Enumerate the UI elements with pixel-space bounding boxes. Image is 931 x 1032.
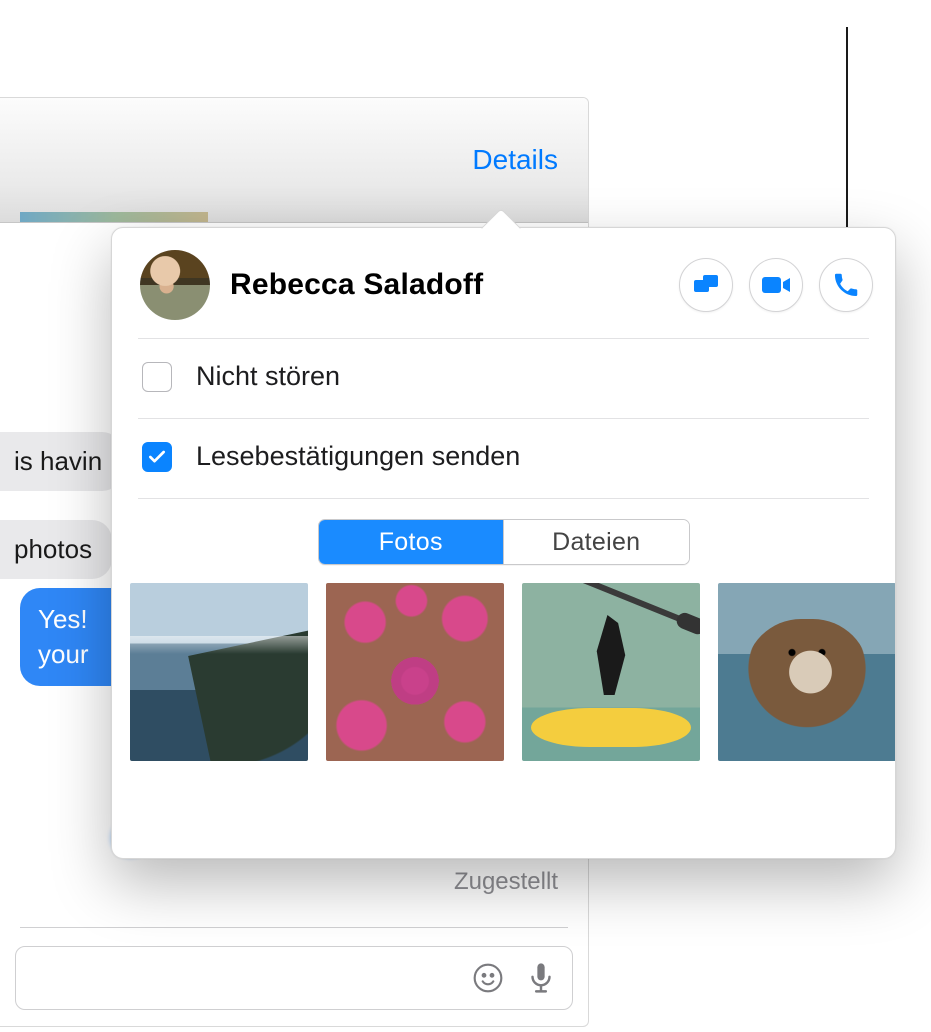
segment-files[interactable]: Dateien (503, 520, 689, 564)
segmented-control[interactable]: Fotos Dateien (318, 519, 690, 565)
avatar (140, 250, 210, 320)
delivered-label: Zugestellt (454, 868, 558, 896)
read-receipts-label: Lesebestätigungen senden (196, 441, 520, 472)
photo-grid (112, 583, 895, 761)
screen-share-button[interactable] (679, 258, 733, 312)
microphone-icon[interactable] (526, 961, 556, 995)
read-receipts-checkbox[interactable] (142, 442, 172, 472)
message-bubble-incoming: is havin (0, 432, 122, 491)
message-bubble-incoming: photos (0, 520, 112, 579)
message-input[interactable] (15, 946, 573, 1010)
photo-thumbnail[interactable] (718, 583, 895, 761)
details-link[interactable]: Details (472, 144, 558, 176)
callout-line (846, 27, 848, 252)
photo-thumbnail[interactable] (326, 583, 504, 761)
divider (138, 498, 869, 499)
dnd-checkbox[interactable] (142, 362, 172, 392)
read-receipts-row[interactable]: Lesebestätigungen senden (112, 419, 895, 490)
segment-photos[interactable]: Fotos (319, 520, 504, 564)
video-call-button[interactable] (749, 258, 803, 312)
contact-name: Rebecca Saladoff (230, 268, 679, 302)
photo-thumbnail[interactable] (522, 583, 700, 761)
dnd-row[interactable]: Nicht stören (112, 339, 895, 410)
emoji-icon[interactable] (472, 962, 504, 994)
photo-thumbnail[interactable] (130, 583, 308, 761)
details-popover: Rebecca Saladoff Nicht stören (111, 227, 896, 859)
input-divider (20, 927, 568, 928)
messages-toolbar: Details (0, 98, 588, 223)
audio-call-button[interactable] (819, 258, 873, 312)
dnd-label: Nicht stören (196, 361, 340, 392)
